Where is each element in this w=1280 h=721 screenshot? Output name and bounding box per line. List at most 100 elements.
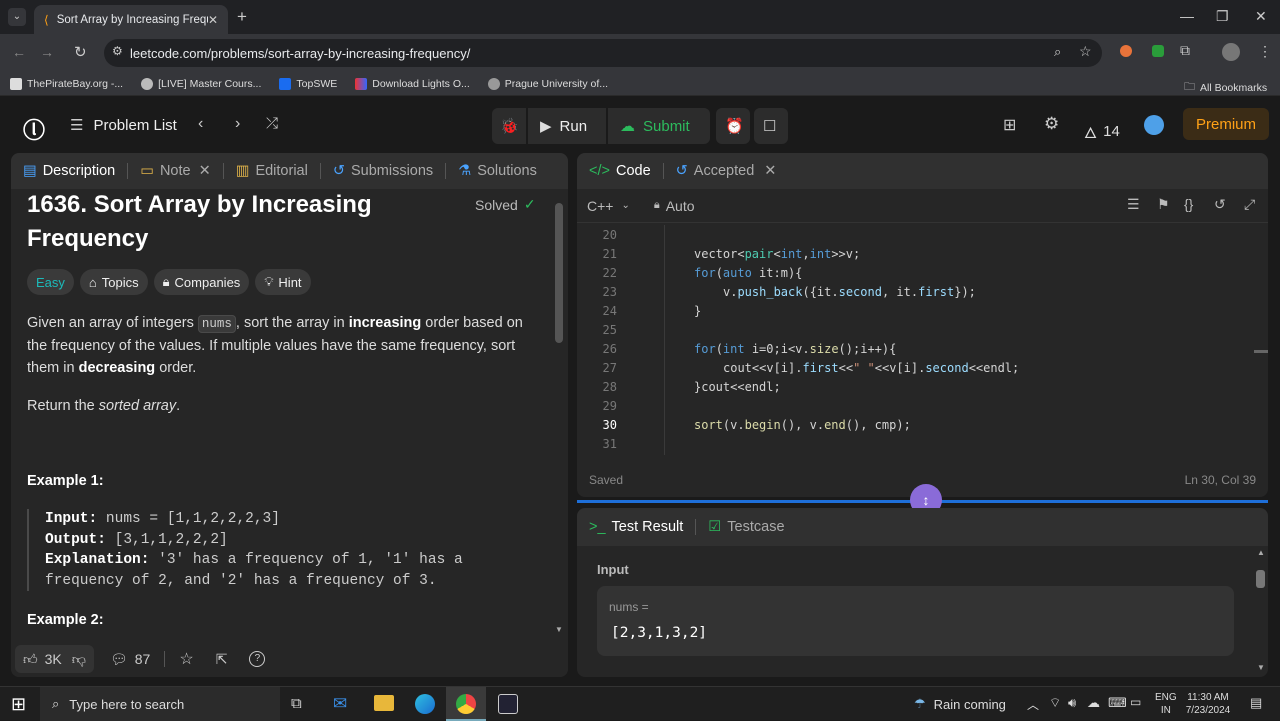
comment-icon[interactable]: 💬︎ — [110, 651, 128, 668]
format-icon[interactable]: ☰ — [1127, 196, 1140, 213]
braces-icon[interactable]: {} — [1184, 196, 1193, 212]
settings-gear-icon[interactable]: ⚙ — [1044, 114, 1059, 134]
description-tabs: ▤ Description ▭ Note ✕ ▥ Editorial ↺ Submissi… — [11, 153, 568, 189]
tab-submissions[interactable]: ↺ Submissions — [333, 163, 433, 179]
play-icon: ▶ — [540, 118, 552, 135]
thumbs-down-icon[interactable]: 👎︎ — [72, 651, 86, 668]
cloud-icon[interactable]: ☁ — [1087, 695, 1100, 711]
profile-avatar[interactable] — [1222, 43, 1240, 61]
help-icon[interactable]: ? — [249, 651, 266, 667]
wifi-icon[interactable]: ⌔ — [1049, 695, 1061, 711]
user-avatar[interactable] — [1144, 115, 1164, 135]
hint-button[interactable]: 💡︎ Hint — [255, 269, 311, 295]
favorite-star-icon[interactable]: ☆ — [179, 649, 193, 669]
layout-icon[interactable]: ⊞ — [1003, 115, 1016, 135]
debug-button[interactable]: 🐞 — [492, 108, 526, 144]
edge-icon[interactable] — [415, 694, 435, 714]
scroll-down-arrow-icon[interactable]: ▼ — [555, 625, 563, 634]
minimize-button[interactable]: — — [1180, 8, 1194, 24]
indent-guide — [664, 225, 665, 455]
tray-chevron-icon[interactable]: ︿ — [1027, 696, 1039, 713]
chrome-taskbar-button[interactable] — [446, 687, 486, 721]
extensions-puzzle-icon[interactable]: ⧉ — [1180, 42, 1190, 59]
description-scrollbar[interactable] — [555, 203, 563, 343]
scroll-up-arrow-icon[interactable]: ▲ — [1257, 548, 1265, 557]
tab-code[interactable]: </> Code — [589, 163, 651, 179]
description-panel: ▤ Description ▭ Note ✕ ▥ Editorial ↺ Submissi… — [11, 153, 568, 677]
all-bookmarks[interactable]: 🗀 All Bookmarks — [1184, 78, 1267, 97]
close-window-button[interactable]: ✕ — [1255, 8, 1267, 25]
menu-kebab-icon[interactable]: ⋮ — [1258, 43, 1272, 60]
premium-button[interactable]: Premium — [1183, 108, 1269, 140]
close-tab-icon[interactable]: ✕ — [208, 13, 218, 27]
tab-description[interactable]: ▤ Description — [23, 163, 115, 179]
notification-icon[interactable]: ▤ — [1250, 695, 1262, 711]
thumbs-up-icon[interactable]: 👍︎ — [23, 651, 38, 668]
bookmark-item[interactable]: Prague University of... — [487, 77, 608, 90]
site-info-icon[interactable]: ⚙ — [112, 44, 123, 58]
reset-icon[interactable]: ↺ — [1214, 196, 1226, 213]
bookmark-item[interactable]: ThePirateBay.org -... — [10, 77, 123, 90]
notes-button[interactable]: ☐ — [754, 108, 788, 144]
leetcode-logo[interactable]: ⓛ — [23, 113, 45, 145]
bookmark-item[interactable]: TopSWE — [279, 77, 337, 90]
address-bar[interactable]: ⚙ leetcode.com/problems/sort-array-by-in… — [104, 39, 1102, 67]
back-icon[interactable]: ← — [12, 44, 26, 60]
streak-counter[interactable]: 🜂 14 — [1084, 116, 1120, 147]
mail-icon[interactable]: ✉ — [333, 694, 347, 714]
bookmark-star-icon[interactable]: ☆ — [1079, 43, 1092, 60]
tab-editorial[interactable]: ▥ Editorial — [236, 163, 308, 179]
problem-list-button[interactable]: ☰ Problem List — [70, 116, 177, 135]
prev-problem-icon[interactable]: ‹ — [198, 115, 203, 133]
companies-button[interactable]: 🔒︎ Companies — [153, 269, 250, 295]
next-problem-icon[interactable]: › — [235, 115, 240, 133]
share-icon[interactable]: ⇱ — [216, 651, 228, 668]
code-editor[interactable]: 20 21 22 23 24 25 26 27 28 29 30 31 vect… — [577, 225, 1268, 457]
forward-icon[interactable]: → — [40, 44, 54, 60]
file-explorer-icon[interactable] — [374, 695, 394, 711]
language-indicator[interactable]: ENG IN — [1155, 691, 1177, 717]
windows-start-icon[interactable]: ⊞ — [11, 694, 26, 715]
close-accepted-icon[interactable]: ✕ — [764, 163, 776, 179]
rain-cloud-icon: ☂ — [914, 696, 926, 711]
tab-testcase[interactable]: ☑ Testcase — [708, 519, 784, 535]
new-tab-button[interactable]: + — [237, 7, 247, 27]
browser-tab[interactable]: ⟨ Sort Array by Increasing Freque ✕ — [34, 5, 228, 34]
taskbar-search-box[interactable]: ⌕ Type here to search — [40, 687, 280, 721]
tab-accepted[interactable]: ↺ Accepted ✕ — [676, 163, 777, 179]
app-icon[interactable] — [498, 694, 518, 714]
clock[interactable]: 11:30 AM 7/23/2024 — [1183, 691, 1233, 717]
bookmark-item[interactable]: [LIVE] Master Cours... — [141, 77, 261, 90]
volume-icon[interactable]: 🔊︎ — [1068, 695, 1076, 711]
maximize-button[interactable]: ❐ — [1216, 8, 1229, 25]
extension-icon-green[interactable] — [1152, 45, 1164, 57]
zoom-icon[interactable]: ⌕ — [1054, 44, 1061, 60]
timer-button[interactable]: ⏰ — [716, 108, 750, 144]
tab-note[interactable]: ▭ Note ✕ — [140, 163, 211, 179]
editor-scrollbar[interactable] — [1254, 350, 1268, 353]
tab-solutions[interactable]: ⚗ Solutions — [458, 163, 537, 179]
flask-icon: ⚗ — [458, 163, 472, 179]
code-line: for(int i=0;i<v.size();i++){ — [694, 342, 897, 356]
topics-button[interactable]: ⌂ Topics — [79, 269, 148, 295]
language-select[interactable]: C++ ⌄ — [587, 198, 630, 214]
battery-icon[interactable]: ▭ — [1130, 695, 1141, 709]
bookmark-item[interactable]: Download Lights O... — [355, 77, 470, 90]
extension-icon-orange[interactable] — [1120, 45, 1132, 57]
autocomplete-toggle[interactable]: 🔒︎ Auto — [654, 198, 695, 214]
shuffle-icon[interactable]: ⤮ — [266, 115, 278, 132]
tab-search-button[interactable]: ⌄ — [8, 8, 26, 26]
keyboard-icon[interactable]: ⌨ — [1108, 695, 1127, 711]
fullscreen-icon[interactable]: ⤢ — [1244, 196, 1255, 213]
run-button[interactable]: ▶ Run — [528, 108, 606, 144]
result-scrollbar[interactable] — [1256, 570, 1265, 588]
submit-button[interactable]: ☁ Submit — [608, 108, 710, 144]
task-view-icon[interactable]: ⧉ — [291, 695, 302, 712]
tab-test-result[interactable]: >_ Test Result — [589, 519, 683, 535]
weather-widget[interactable]: ☂ Rain coming — [914, 696, 1006, 712]
line-number: 24 — [602, 304, 617, 318]
close-note-icon[interactable]: ✕ — [199, 163, 211, 179]
bookmark-icon[interactable]: ⚑ — [1157, 196, 1170, 213]
scroll-down-arrow-icon[interactable]: ▼ — [1257, 663, 1265, 672]
reload-icon[interactable]: ↻ — [74, 43, 87, 61]
